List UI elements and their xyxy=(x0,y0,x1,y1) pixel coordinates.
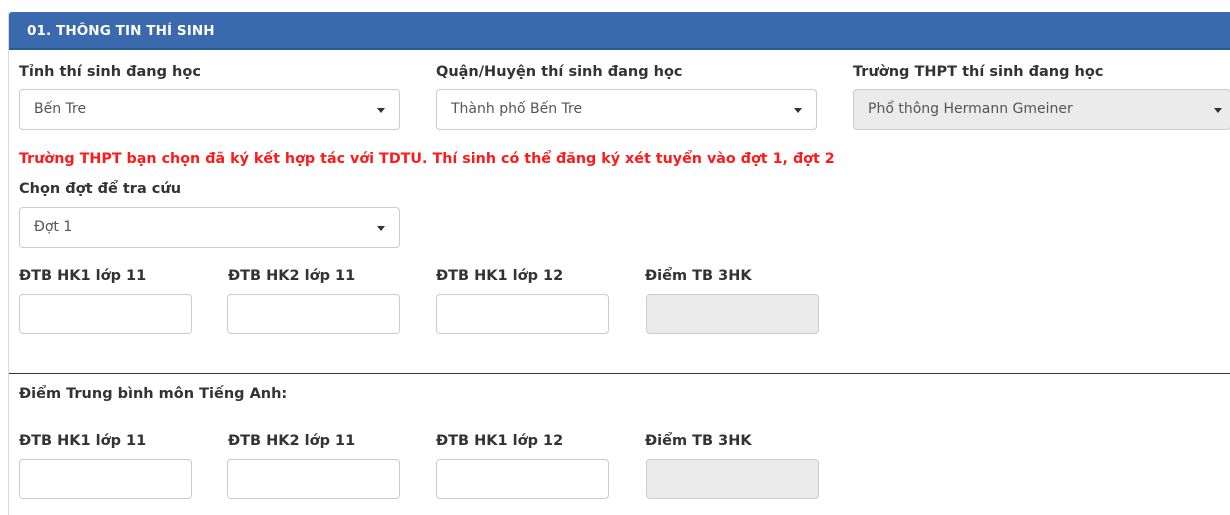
gpa-hk1-12-input[interactable] xyxy=(436,294,609,334)
english-hk2-11-label: ĐTB HK2 lớp 11 xyxy=(228,433,356,449)
english-hk1-11-label: ĐTB HK1 lớp 11 xyxy=(19,433,147,449)
chevron-down-icon xyxy=(1214,108,1222,113)
english-avg-input xyxy=(646,459,819,499)
gpa-hk1-11-label: ĐTB HK1 lớp 11 xyxy=(19,268,147,284)
gpa-avg-input xyxy=(646,294,819,334)
gpa-hk1-11-input[interactable] xyxy=(19,294,192,334)
form-panel: 01. THÔNG TIN THÍ SINH Tỉnh thí sinh đan… xyxy=(8,12,1230,515)
english-hk1-12-label: ĐTB HK1 lớp 12 xyxy=(436,433,564,449)
district-select-value: Thành phố Bến Tre xyxy=(451,101,583,117)
gpa-hk2-11-label: ĐTB HK2 lớp 11 xyxy=(228,268,356,284)
school-select[interactable]: Phổ thông Hermann Gmeiner xyxy=(853,89,1230,130)
english-hk1-11-input[interactable] xyxy=(19,459,192,499)
province-select-value: Bến Tre xyxy=(34,101,87,117)
school-select-value: Phổ thông Hermann Gmeiner xyxy=(868,101,1073,117)
english-hk2-11-input[interactable] xyxy=(227,459,400,499)
gpa-hk2-11-input[interactable] xyxy=(227,294,400,334)
section-divider xyxy=(9,373,1230,374)
section-header: 01. THÔNG TIN THÍ SINH xyxy=(9,12,1230,50)
english-title: Điểm Trung bình môn Tiếng Anh: xyxy=(19,386,288,402)
province-label: Tỉnh thí sinh đang học xyxy=(19,64,201,80)
district-select[interactable]: Thành phố Bến Tre xyxy=(436,89,817,130)
english-avg-label: Điểm TB 3HK xyxy=(645,433,752,449)
chevron-down-icon xyxy=(794,108,802,113)
partner-notice: Trường THPT bạn chọn đã ký kết hợp tác v… xyxy=(19,151,835,167)
section-title: 01. THÔNG TIN THÍ SINH xyxy=(27,23,215,39)
gpa-avg-label: Điểm TB 3HK xyxy=(645,268,752,284)
round-label: Chọn đợt để tra cứu xyxy=(19,181,182,197)
chevron-down-icon xyxy=(377,108,385,113)
district-label: Quận/Huyện thí sinh đang học xyxy=(436,64,683,80)
english-hk1-12-input[interactable] xyxy=(436,459,609,499)
school-label: Trường THPT thí sinh đang học xyxy=(853,64,1104,80)
province-select[interactable]: Bến Tre xyxy=(19,89,400,130)
chevron-down-icon xyxy=(377,226,385,231)
gpa-hk1-12-label: ĐTB HK1 lớp 12 xyxy=(436,268,564,284)
round-select-value: Đợt 1 xyxy=(34,219,73,235)
round-select[interactable]: Đợt 1 xyxy=(19,207,400,248)
